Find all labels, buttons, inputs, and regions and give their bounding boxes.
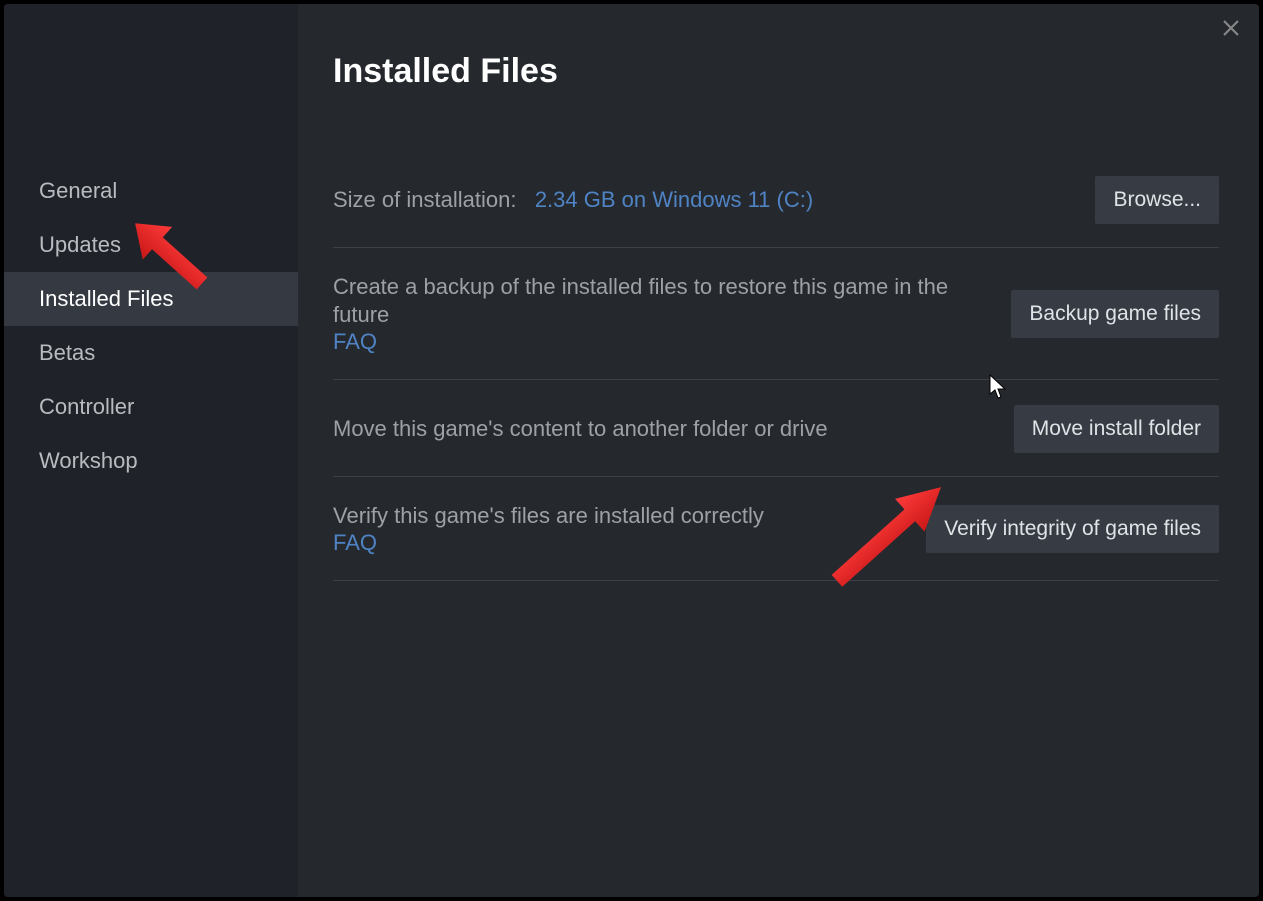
divider: [333, 580, 1219, 581]
properties-window: General Updates Installed Files Betas Co…: [4, 4, 1259, 897]
sidebar: General Updates Installed Files Betas Co…: [4, 4, 298, 897]
backup-text-block: Create a backup of the installed files t…: [333, 273, 953, 356]
backup-faq-link[interactable]: FAQ: [333, 328, 953, 356]
sidebar-item-updates[interactable]: Updates: [4, 218, 298, 272]
backup-text: Create a backup of the installed files t…: [333, 273, 953, 328]
move-text: Move this game's content to another fold…: [333, 415, 828, 443]
verify-faq-link[interactable]: FAQ: [333, 529, 764, 557]
page-title: Installed Files: [333, 52, 1219, 91]
backup-row: Create a backup of the installed files t…: [333, 256, 1219, 373]
verify-text-block: Verify this game's files are installed c…: [333, 502, 764, 557]
sidebar-item-label: Installed Files: [39, 286, 174, 311]
size-value-link[interactable]: 2.34 GB on Windows 11 (C:): [535, 187, 813, 212]
verify-button[interactable]: Verify integrity of game files: [926, 505, 1219, 553]
size-row: Size of installation: 2.34 GB on Windows…: [333, 159, 1219, 241]
sidebar-item-label: General: [39, 178, 117, 203]
sidebar-item-betas[interactable]: Betas: [4, 326, 298, 380]
close-icon[interactable]: [1219, 16, 1243, 40]
divider: [333, 379, 1219, 380]
sidebar-item-label: Updates: [39, 232, 121, 257]
verify-row: Verify this game's files are installed c…: [333, 485, 1219, 574]
sidebar-item-general[interactable]: General: [4, 164, 298, 218]
sidebar-item-label: Workshop: [39, 448, 138, 473]
move-button[interactable]: Move install folder: [1014, 405, 1219, 453]
size-label: Size of installation:: [333, 187, 516, 212]
backup-button[interactable]: Backup game files: [1011, 290, 1219, 338]
browse-button[interactable]: Browse...: [1095, 176, 1219, 224]
sidebar-item-workshop[interactable]: Workshop: [4, 434, 298, 488]
move-row: Move this game's content to another fold…: [333, 388, 1219, 470]
sidebar-item-label: Betas: [39, 340, 95, 365]
divider: [333, 476, 1219, 477]
verify-text: Verify this game's files are installed c…: [333, 502, 764, 530]
size-text: Size of installation: 2.34 GB on Windows…: [333, 186, 813, 214]
sidebar-item-label: Controller: [39, 394, 134, 419]
divider: [333, 247, 1219, 248]
sidebar-item-controller[interactable]: Controller: [4, 380, 298, 434]
sidebar-item-installed-files[interactable]: Installed Files: [4, 272, 298, 326]
main-panel: Installed Files Size of installation: 2.…: [298, 4, 1259, 897]
